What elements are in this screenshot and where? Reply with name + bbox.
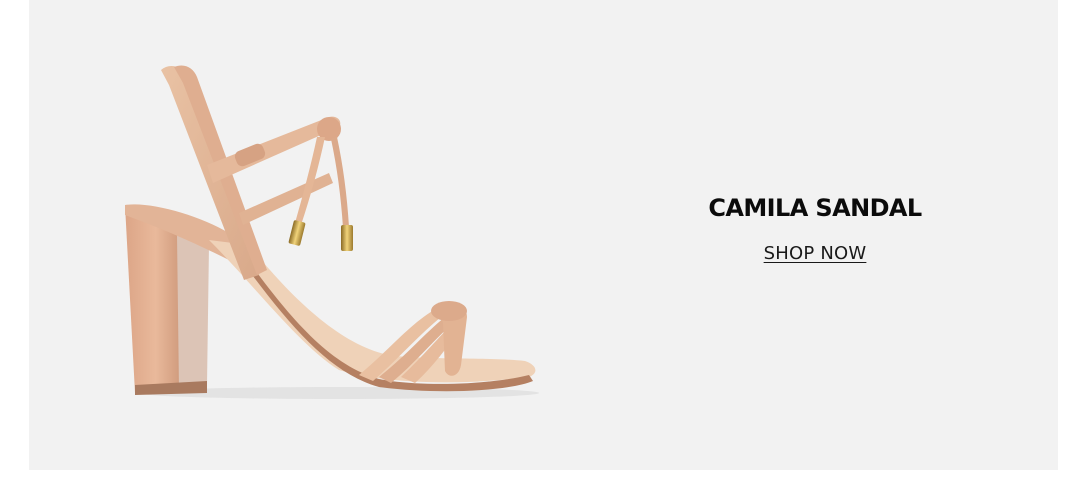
product-title: CAMILA SANDAL [708, 194, 922, 222]
shop-now-link[interactable]: SHOP NOW [764, 243, 867, 264]
promo-text-block: CAMILA SANDAL SHOP NOW [669, 190, 961, 264]
promo-banner: CAMILA SANDAL SHOP NOW [29, 0, 1058, 470]
sandal-product-image[interactable] [89, 55, 559, 405]
